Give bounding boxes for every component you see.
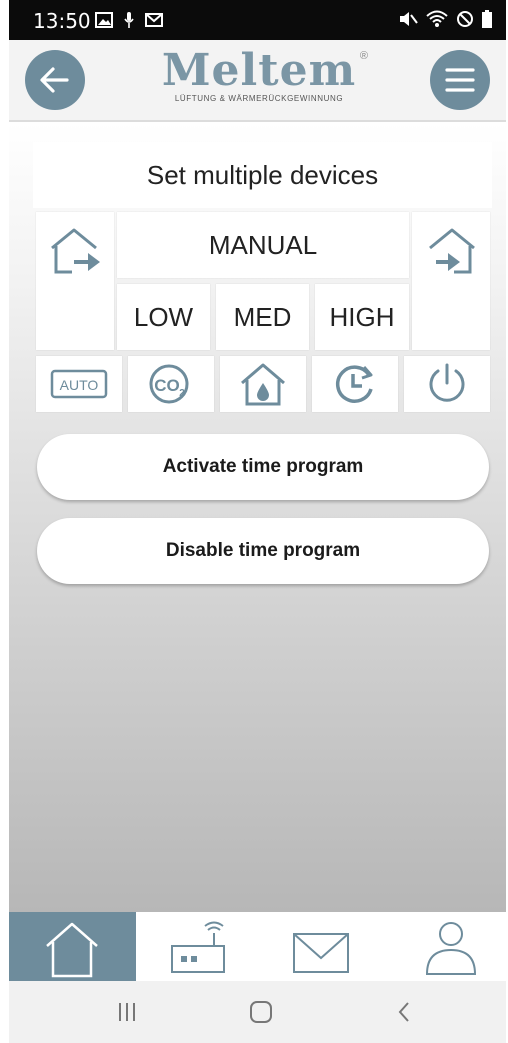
mail-icon <box>145 13 163 27</box>
nav-tab-profile[interactable] <box>381 912 506 981</box>
gateway-icon <box>171 921 225 973</box>
supply-air-button[interactable] <box>412 212 490 350</box>
hamburger-icon <box>445 68 475 92</box>
home-icon <box>46 922 98 978</box>
header-bar: Meltem LÜFTUNG & WÄRMERÜCKGEWINNUNG ® <box>9 40 506 122</box>
app-frame: 13:50 Meltem LÜFTUNG & WÄRMERÜCKGEWINNUN… <box>9 0 506 1043</box>
nav-tab-gateway[interactable] <box>136 912 256 981</box>
bottom-navigation <box>9 912 506 981</box>
status-bar: 13:50 <box>9 0 506 40</box>
battery-icon <box>482 10 492 28</box>
status-time: 13:50 <box>33 9 91 33</box>
co2-icon: CO 2 <box>149 364 189 404</box>
co2-subscript: 2 <box>179 388 185 399</box>
level-high-button[interactable]: HIGH <box>315 284 409 350</box>
level-low-button[interactable]: LOW <box>117 284 210 350</box>
dnd-icon <box>457 11 473 27</box>
home-circle-icon <box>250 1001 272 1023</box>
system-home-button[interactable] <box>211 981 311 1043</box>
recents-icon <box>119 1003 135 1021</box>
timer-mode-button[interactable] <box>312 356 398 412</box>
humidity-mode-button[interactable] <box>220 356 306 412</box>
timer-icon <box>335 365 373 403</box>
system-navigation-bar <box>9 981 506 1043</box>
meltem-logo: Meltem LÜFTUNG & WÄRMERÜCKGEWINNUNG ® <box>154 45 368 112</box>
power-icon <box>429 363 465 402</box>
co2-label: CO <box>154 376 180 395</box>
panel-title: Set multiple devices <box>33 142 492 208</box>
power-button[interactable] <box>404 356 490 412</box>
co2-mode-button[interactable]: CO 2 <box>128 356 214 412</box>
back-button[interactable] <box>25 50 85 110</box>
exhaust-air-button[interactable] <box>36 212 114 350</box>
menu-button[interactable] <box>430 50 490 110</box>
main-content: Set multiple devices MANUAL LOW MED HIGH <box>9 122 506 912</box>
mute-icon <box>400 12 418 26</box>
nav-tab-messages[interactable] <box>256 912 381 981</box>
level-med-button[interactable]: MED <box>216 284 309 350</box>
wifi-icon <box>426 10 448 27</box>
image-icon <box>95 12 113 28</box>
recents-button[interactable] <box>77 981 177 1043</box>
auto-icon: AUTO <box>50 369 108 399</box>
microphone-icon <box>124 12 134 28</box>
nav-tab-home[interactable] <box>9 912 136 981</box>
logo-registered: ® <box>359 50 368 62</box>
humidity-icon <box>241 363 285 406</box>
auto-label: AUTO <box>60 377 99 393</box>
manual-mode-button[interactable]: MANUAL <box>117 212 409 278</box>
profile-icon <box>425 922 477 975</box>
system-back-button[interactable] <box>354 981 454 1043</box>
logo-wordmark: Meltem <box>161 45 357 96</box>
house-supply-icon <box>429 228 475 274</box>
back-chevron-icon <box>398 1002 409 1022</box>
messages-icon <box>293 933 349 973</box>
arrow-left-icon <box>40 67 69 93</box>
auto-mode-button[interactable]: AUTO <box>36 356 122 412</box>
logo-tagline: LÜFTUNG & WÄRMERÜCKGEWINNUNG <box>174 94 344 103</box>
house-exhaust-icon <box>51 228 100 274</box>
disable-time-program-button[interactable]: Disable time program <box>37 518 489 584</box>
activate-time-program-button[interactable]: Activate time program <box>37 434 489 500</box>
